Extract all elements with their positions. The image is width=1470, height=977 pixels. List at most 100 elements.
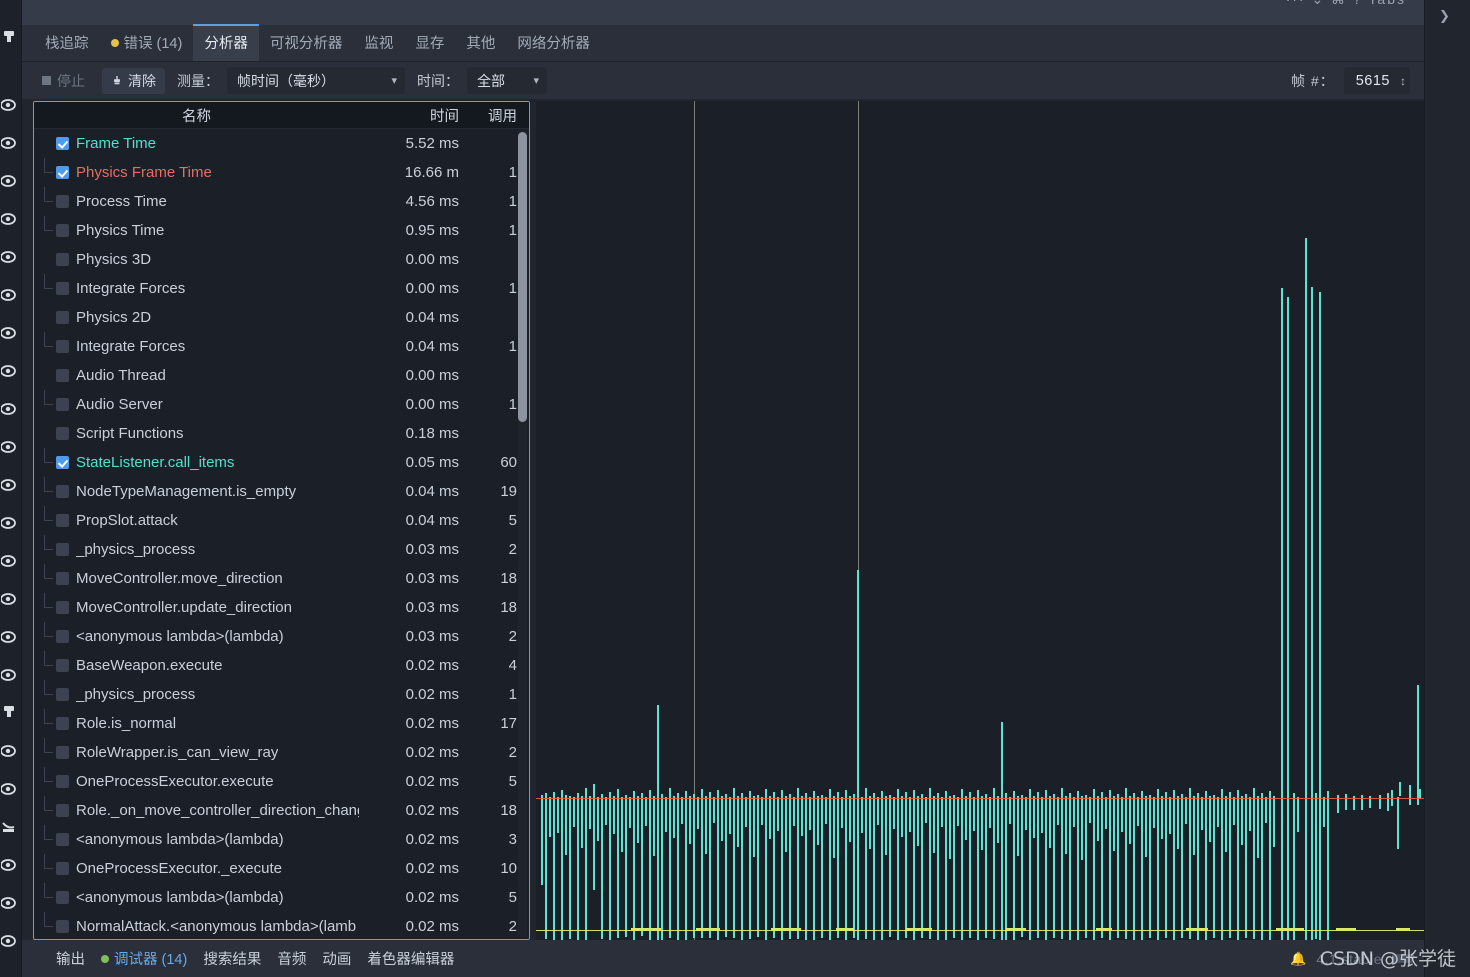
- tree-row-checkbox[interactable]: [56, 195, 69, 208]
- debugger-tab-2[interactable]: 分析器: [193, 24, 259, 61]
- tree-row-checkbox[interactable]: [56, 137, 69, 150]
- tree-row-checkbox[interactable]: [56, 166, 69, 179]
- tree-row[interactable]: Process Time 4.56 ms 1: [34, 187, 529, 216]
- script-icon[interactable]: [1, 28, 21, 48]
- tree-row[interactable]: Physics Frame Time 16.66 m1: [34, 158, 529, 187]
- tree-row-checkbox[interactable]: [56, 804, 69, 817]
- debugger-tab-0[interactable]: 栈追踪: [34, 24, 100, 61]
- tree-row[interactable]: NormalAttack.<anonymous lambda>(lamb 0.02…: [34, 912, 529, 939]
- measure-select[interactable]: 帧时间（毫秒） ▾: [227, 67, 405, 94]
- bottom-panel-tab-4[interactable]: 动画: [322, 948, 351, 969]
- visibility-eye-icon[interactable]: [0, 779, 21, 799]
- tree-row[interactable]: StateListener.call_items 0.05 ms 60: [34, 448, 529, 477]
- tree-row[interactable]: Role.is_normal 0.02 ms 17: [34, 709, 529, 738]
- debugger-tab-6[interactable]: 其他: [455, 24, 506, 61]
- tree-row[interactable]: MoveController.update_direction 0.03 ms 18: [34, 593, 529, 622]
- time-select[interactable]: 全部 ▾: [467, 67, 547, 94]
- tree-row[interactable]: Audio Thread 0.00 ms: [34, 361, 529, 390]
- tree-row-checkbox[interactable]: [56, 456, 69, 469]
- tree-row[interactable]: <anonymous lambda>(lambda) 0.02 ms 5: [34, 883, 529, 912]
- debugger-tab-4[interactable]: 监视: [353, 24, 404, 61]
- visibility-eye-icon[interactable]: [0, 323, 21, 343]
- tree-row[interactable]: PropSlot.attack 0.04 ms 5: [34, 506, 529, 535]
- bottom-panel-tab-bar[interactable]: 输出 调试器 (14) 搜索结果 音频 动画 着色器编辑器 🔔 4.1.stable: [22, 940, 1424, 977]
- tree-row-checkbox[interactable]: [56, 630, 69, 643]
- tree-row-checkbox[interactable]: [56, 717, 69, 730]
- tree-row-checkbox[interactable]: [56, 775, 69, 788]
- tree-row[interactable]: Integrate Forces 0.00 ms 1: [34, 274, 529, 303]
- chevron-right-icon[interactable]: ❯: [1439, 8, 1450, 24]
- visibility-eye-icon[interactable]: [0, 247, 21, 267]
- tree-row[interactable]: OneProcessExecutor.execute 0.02 ms 5: [34, 767, 529, 796]
- debugger-tab-3[interactable]: 可视分析器: [259, 24, 354, 61]
- tree-row[interactable]: NodeTypeManagement.is_empty 0.04 ms 19: [34, 477, 529, 506]
- tree-row-checkbox[interactable]: [56, 572, 69, 585]
- tree-row-checkbox[interactable]: [56, 833, 69, 846]
- tree-row-checkbox[interactable]: [56, 369, 69, 382]
- bottom-panel-tab-1[interactable]: 调试器 (14): [101, 948, 187, 969]
- tree-row-checkbox[interactable]: [56, 920, 69, 933]
- visibility-eye-icon[interactable]: [0, 893, 21, 913]
- tree-row[interactable]: Frame Time 5.52 ms: [34, 129, 529, 158]
- visibility-eye-icon[interactable]: [0, 931, 21, 951]
- visibility-eye-icon[interactable]: [0, 399, 21, 419]
- tree-row[interactable]: Role._on_move_controller_direction_chang…: [34, 796, 529, 825]
- tree-row-checkbox[interactable]: [56, 224, 69, 237]
- tree-row[interactable]: <anonymous lambda>(lambda) 0.02 ms 3: [34, 825, 529, 854]
- tree-row-checkbox[interactable]: [56, 659, 69, 672]
- tree-row-checkbox[interactable]: [56, 282, 69, 295]
- tree-row-checkbox[interactable]: [56, 688, 69, 701]
- clear-button[interactable]: 清除: [102, 67, 165, 94]
- visibility-eye-icon[interactable]: [0, 855, 21, 875]
- tree-row-checkbox[interactable]: [56, 543, 69, 556]
- bottom-panel-tab-0[interactable]: 输出: [56, 948, 85, 969]
- tree-row[interactable]: Physics 3D 0.00 ms: [34, 245, 529, 274]
- script-icon[interactable]: [1, 703, 21, 723]
- tree-row[interactable]: Script Functions 0.18 ms: [34, 419, 529, 448]
- tree-row-checkbox[interactable]: [56, 398, 69, 411]
- bottom-panel-tab-3[interactable]: 音频: [277, 948, 306, 969]
- tree-row[interactable]: Audio Server 0.00 ms 1: [34, 390, 529, 419]
- tree-row-checkbox[interactable]: [56, 601, 69, 614]
- tree-row[interactable]: Integrate Forces 0.04 ms 1: [34, 332, 529, 361]
- bottom-panel-tab-2[interactable]: 搜索结果: [203, 948, 261, 969]
- tree-row[interactable]: RoleWrapper.is_can_view_ray 0.02 ms 2: [34, 738, 529, 767]
- visibility-eye-icon[interactable]: [0, 209, 21, 229]
- visibility-eye-icon[interactable]: [0, 437, 21, 457]
- visibility-eye-icon[interactable]: [0, 133, 21, 153]
- bottom-panel-tab-5[interactable]: 着色器编辑器: [367, 948, 454, 969]
- tree-row[interactable]: _physics_process 0.03 ms 2: [34, 535, 529, 564]
- tree-row-checkbox[interactable]: [56, 485, 69, 498]
- tree-row[interactable]: <anonymous lambda>(lambda) 0.03 ms 2: [34, 622, 529, 651]
- tree-row-checkbox[interactable]: [56, 253, 69, 266]
- tree-row[interactable]: OneProcessExecutor._execute 0.02 ms 10: [34, 854, 529, 883]
- visibility-eye-icon[interactable]: [0, 627, 21, 647]
- visibility-eye-icon[interactable]: [0, 171, 21, 191]
- visibility-eye-icon[interactable]: [0, 513, 21, 533]
- visibility-eye-icon[interactable]: [0, 285, 21, 305]
- tree-row-checkbox[interactable]: [56, 746, 69, 759]
- tree-row-checkbox[interactable]: [56, 311, 69, 324]
- visibility-eye-icon[interactable]: [0, 665, 21, 685]
- up-down-arrows-icon[interactable]: ↕: [1400, 75, 1406, 87]
- tree-row-checkbox[interactable]: [56, 514, 69, 527]
- visibility-eye-icon[interactable]: [0, 95, 21, 115]
- visibility-eye-icon[interactable]: [0, 741, 21, 761]
- signal-icon[interactable]: [1, 817, 21, 837]
- tree-row[interactable]: Physics Time 0.95 ms 1: [34, 216, 529, 245]
- visibility-eye-icon[interactable]: [0, 361, 21, 381]
- tree-row-checkbox[interactable]: [56, 340, 69, 353]
- tree-row[interactable]: _physics_process 0.02 ms 1: [34, 680, 529, 709]
- frame-number-spinbox[interactable]: 5615 ↕: [1343, 67, 1410, 94]
- visibility-eye-icon[interactable]: [0, 589, 21, 609]
- debugger-tab-7[interactable]: 网络分析器: [506, 24, 601, 61]
- visibility-eye-icon[interactable]: [0, 475, 21, 495]
- debugger-tab-bar[interactable]: 栈追踪 错误 (14) 分析器 可视分析器 监视 显存 其他 网络分析器: [22, 24, 1424, 62]
- tree-row[interactable]: BaseWeapon.execute 0.02 ms 4: [34, 651, 529, 680]
- tree-row-checkbox[interactable]: [56, 427, 69, 440]
- resize-grip-icon[interactable]: [1392, 954, 1414, 963]
- debugger-tab-1[interactable]: 错误 (14): [100, 24, 194, 61]
- tree-row-checkbox[interactable]: [56, 862, 69, 875]
- bell-icon[interactable]: 🔔: [1290, 951, 1306, 967]
- profiler-graph[interactable]: [536, 101, 1424, 940]
